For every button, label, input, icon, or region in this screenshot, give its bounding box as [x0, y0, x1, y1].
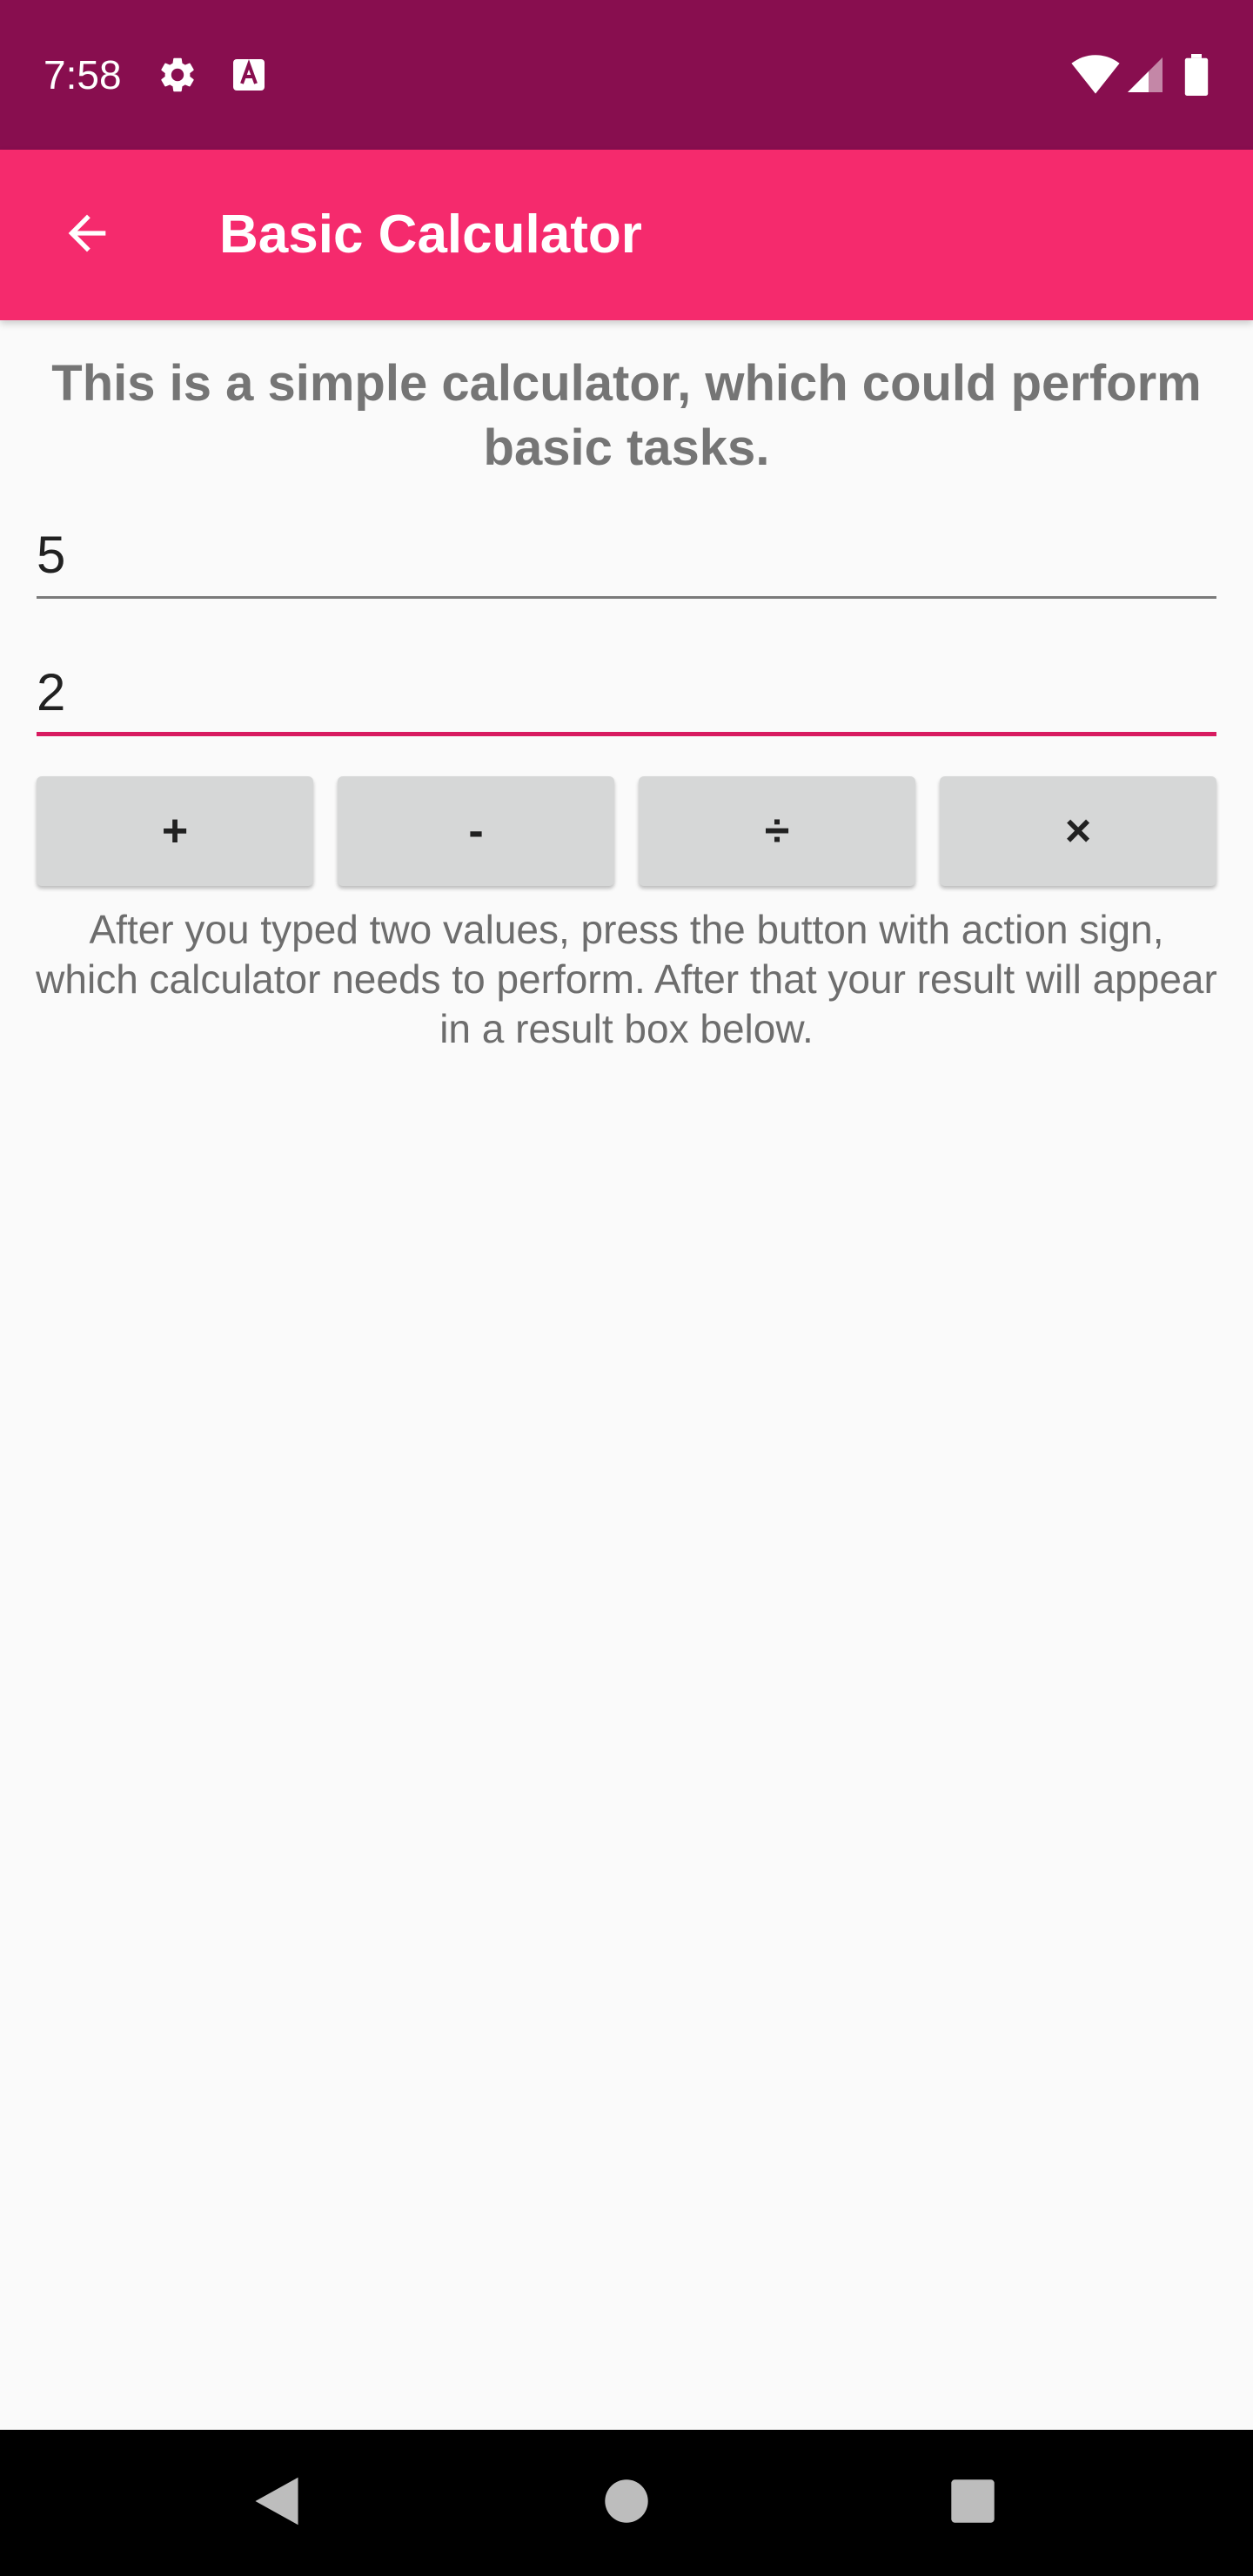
nav-home-button[interactable] [588, 2465, 665, 2541]
first-number-field[interactable]: 5 [37, 512, 1216, 599]
help-text: After you typed two values, press the bu… [36, 907, 1217, 1051]
second-number-field[interactable]: 2 [37, 649, 1216, 736]
nav-recents-button[interactable] [935, 2465, 1011, 2541]
app-bar: Basic Calculator [0, 150, 1253, 320]
recents-square-icon [950, 2479, 995, 2528]
settings-icon [157, 54, 198, 96]
wifi-icon [1070, 54, 1121, 96]
status-time: 7:58 [44, 52, 122, 97]
arrow-back-icon [59, 205, 115, 265]
back-button[interactable] [45, 193, 129, 277]
navigation-bar [0, 2430, 1253, 2576]
divide-button[interactable]: ÷ [639, 776, 915, 886]
multiply-button[interactable]: × [940, 776, 1216, 886]
home-circle-icon [604, 2479, 649, 2528]
text-a-icon [228, 54, 270, 96]
nav-back-button[interactable] [238, 2465, 315, 2541]
second-number-value[interactable]: 2 [37, 649, 1216, 736]
status-bar: 7:58 [0, 0, 1253, 150]
add-button[interactable]: + [37, 776, 313, 886]
cell-signal-icon [1124, 54, 1166, 96]
first-number-value[interactable]: 5 [37, 512, 1216, 599]
back-triangle-icon [252, 2475, 301, 2532]
battery-icon [1183, 54, 1209, 96]
operation-buttons: + - ÷ × [37, 776, 1216, 888]
first-number-underline [37, 596, 1216, 599]
intro-text: This is a simple calculator, which could… [51, 355, 1202, 476]
second-number-underline [37, 732, 1216, 736]
subtract-button[interactable]: - [338, 776, 614, 886]
app-title: Basic Calculator [219, 205, 642, 265]
